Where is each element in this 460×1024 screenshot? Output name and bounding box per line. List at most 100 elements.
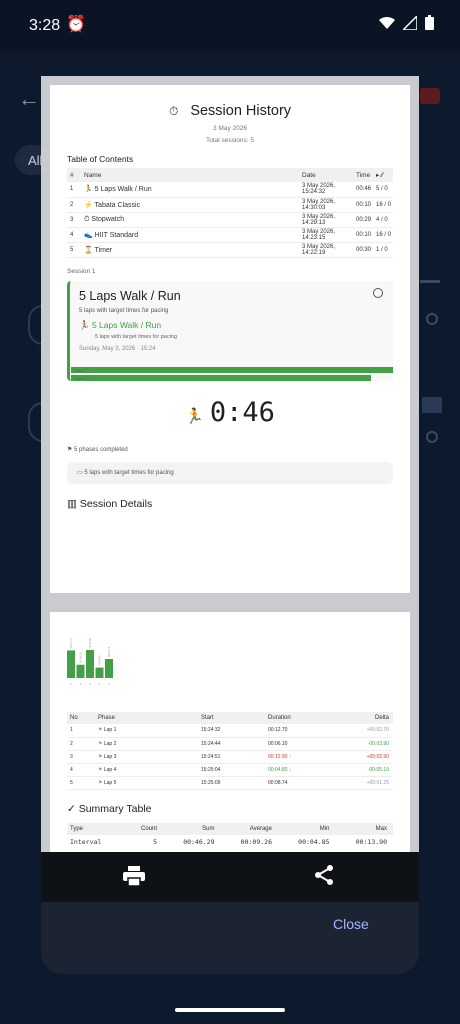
toc-time: 00:10 bbox=[353, 197, 373, 213]
toc-ratio: 5 / 0 bbox=[373, 182, 393, 198]
summary-col: Type bbox=[67, 823, 130, 835]
toc-name-cell: 🏃 5 Laps Walk / Run bbox=[81, 182, 299, 198]
toc-ratio: 1 / 0 bbox=[373, 242, 393, 258]
back-arrow-icon: ← bbox=[18, 86, 40, 111]
chart-xtick: 1 bbox=[70, 682, 72, 686]
phase-col: Delta bbox=[360, 712, 393, 724]
report-title: ⏱ Session History bbox=[50, 103, 410, 119]
chart-icon: ▥ bbox=[67, 498, 80, 510]
wifi-icon bbox=[379, 16, 395, 29]
toc-ratio: 16 / 0 bbox=[373, 227, 393, 243]
chart-data-label: 00:12.90 bbox=[88, 638, 92, 648]
toc-num: 4 bbox=[67, 227, 81, 243]
close-button[interactable]: Close bbox=[333, 916, 369, 932]
phase-duration: 00:06.10 bbox=[265, 737, 360, 751]
stopwatch-icon bbox=[373, 288, 383, 298]
session-note: ▭ 5 laps with target times for pacing bbox=[67, 462, 393, 484]
phases-table: No Phase Start Duration Delta 1 ⚑ Lap 1 15… bbox=[67, 712, 393, 790]
phases-completed: ⚑ 5 phases completed bbox=[67, 446, 128, 453]
toc-date: 3 May 2026, 15:24:32 bbox=[299, 182, 353, 198]
summary-cell: 00:04.85 bbox=[298, 838, 330, 846]
phase-no: 3 bbox=[67, 750, 95, 764]
phase-row: 2 ⚑ Lap 2 15:24:44 00:06.10 -00:03.90 bbox=[67, 737, 393, 751]
session-label: Session 1 bbox=[67, 268, 96, 275]
session-subtitle: 5 laps with target times for pacing bbox=[79, 308, 169, 314]
details-text: Session Details bbox=[79, 498, 153, 510]
bg-share-icon bbox=[426, 313, 438, 325]
phase-row: 3 ⚑ Lap 3 15:24:51 00:12.90 ↑ +00:02.90 bbox=[67, 750, 393, 764]
chart-xtick: 2 bbox=[80, 682, 82, 686]
phase-start: 15:24:32 bbox=[198, 724, 265, 738]
summary-cell: Interval bbox=[70, 838, 102, 846]
toc-num: 2 bbox=[67, 197, 81, 213]
summary-heading: ✓ Summary Table bbox=[67, 803, 152, 815]
timer-value: 0:46 bbox=[209, 397, 275, 428]
toc-icon: ⏱ bbox=[84, 215, 90, 223]
bg-share-icon bbox=[426, 431, 438, 443]
print-button[interactable] bbox=[123, 866, 147, 888]
session-timer: 🏃 0:46 bbox=[50, 397, 410, 428]
phase-duration: 00:04.80 ↓ bbox=[265, 763, 360, 777]
toc-name-cell: ⌛ Timer bbox=[81, 242, 299, 258]
share-icon bbox=[315, 865, 333, 885]
session-card: 5 Laps Walk / Run 5 laps with target tim… bbox=[67, 281, 393, 381]
summary-cell: 00:13.90 bbox=[355, 838, 387, 846]
phase-row: 5 ⚑ Lap 5 15:25:09 00:08.74 +00:01.25 bbox=[67, 776, 393, 790]
report-total: Total sessions: 5 bbox=[205, 137, 255, 144]
summary-cell: 5 bbox=[153, 838, 158, 846]
summary-col: Max bbox=[335, 823, 393, 835]
toc-date: 3 May 2026, 14:30:03 bbox=[299, 197, 353, 213]
toc-ratio: 16 / 0 bbox=[373, 197, 393, 213]
toc-col: Name bbox=[81, 168, 299, 182]
phase-name: ⚑ Lap 2 bbox=[95, 737, 198, 751]
chart-data-label: 00:06.10 bbox=[79, 652, 83, 663]
toc-time: 00:10 bbox=[353, 227, 373, 243]
phase-label: Lap 2 bbox=[103, 740, 117, 747]
phase-start: 15:24:44 bbox=[198, 737, 265, 751]
toc-name: HIIT Standard bbox=[94, 231, 139, 239]
phase-row: 1 ⚑ Lap 1 15:24:32 00:12.70 +00:02.70 bbox=[67, 724, 393, 738]
session-datetime: Sunday, May 3, 2026 · 15:24 bbox=[79, 346, 156, 352]
session-title: 5 Laps Walk / Run bbox=[79, 289, 181, 303]
summary-cell: 00:46.29 bbox=[183, 838, 215, 846]
phase-name: ⚑ Lap 3 bbox=[95, 750, 198, 764]
flag-icon: ⚑ bbox=[67, 447, 75, 453]
phase-delta: -00:03.90 bbox=[360, 737, 393, 751]
phase-delta: -00:05.19 bbox=[360, 763, 393, 777]
chart-bar bbox=[105, 659, 113, 678]
phase-name: ⚑ Lap 5 bbox=[95, 776, 198, 790]
summary-col: Min bbox=[277, 823, 336, 835]
toc-row: 4 👟 HIIT Standard 3 May 2026, 14:23:15 00:1… bbox=[67, 227, 393, 243]
print-icon bbox=[123, 866, 145, 887]
toc-ratio: 4 / 0 bbox=[373, 212, 393, 228]
toc-date: 3 May 2026, 14:22:19 bbox=[299, 242, 353, 258]
phase-col: No bbox=[67, 712, 95, 724]
phase-no: 1 bbox=[67, 724, 95, 738]
preview-page-1: ⏱ Session History 3 May 2026 Total sessio… bbox=[50, 85, 410, 593]
laps-mini-chart: 1 00:12.70 2 00:06.10 3 00:12.90 4 00:04.80 5 00:… bbox=[67, 638, 113, 686]
phase-no: 4 bbox=[67, 763, 95, 777]
chart-data-label: 00:04.80 bbox=[98, 655, 102, 666]
toc-icon: 🏃 bbox=[84, 186, 93, 194]
phase-row: 4 ⚑ Lap 4 15:25:04 00:04.80 ↓ -00:05.19 bbox=[67, 763, 393, 777]
toc-row: 5 ⌛ Timer 3 May 2026, 14:22:19 00:30 1 / 0 bbox=[67, 242, 393, 258]
phase-start: 15:25:09 bbox=[198, 776, 265, 790]
preview-area[interactable]: ⏱ Session History 3 May 2026 Total sessio… bbox=[41, 76, 419, 852]
phase-name: ⚑ Lap 4 bbox=[95, 763, 198, 777]
fact-label: Fact bbox=[75, 376, 83, 381]
battery-icon bbox=[425, 15, 434, 30]
chart-data-label: 00:08.74 bbox=[107, 646, 111, 657]
share-button[interactable] bbox=[313, 864, 337, 888]
phase-label: Lap 3 bbox=[103, 753, 117, 760]
session-program: 🏃 5 Laps Walk / Run bbox=[79, 320, 161, 331]
summary-col: Sum bbox=[163, 823, 221, 835]
toc-name: 5 Laps Walk / Run bbox=[94, 186, 152, 194]
toc-date: 3 May 2026, 14:29:13 bbox=[299, 212, 353, 228]
phase-label: Lap 4 bbox=[103, 766, 117, 773]
phase-start: 15:25:04 bbox=[198, 763, 265, 777]
home-indicator[interactable] bbox=[175, 1008, 285, 1012]
phase-name: ⚑ Lap 1 bbox=[95, 724, 198, 738]
fact-bar bbox=[71, 375, 371, 381]
toc-icon: ⌛ bbox=[84, 246, 93, 254]
phase-label: Lap 1 bbox=[103, 727, 117, 734]
